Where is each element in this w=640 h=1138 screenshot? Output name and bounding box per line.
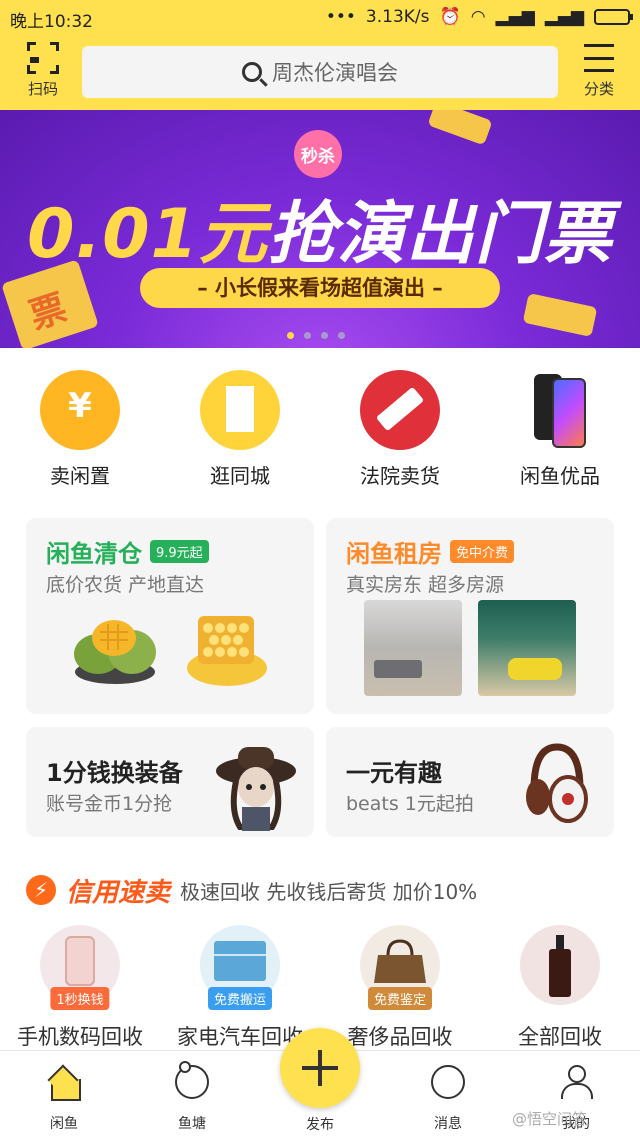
watermark: @悟空问答: [512, 1110, 588, 1128]
credit-description: 极速回收 先收钱后寄货 加价10%: [180, 879, 478, 904]
phone-icon: [520, 370, 600, 450]
quick-item-city[interactable]: 逛同城: [180, 370, 300, 489]
scan-icon: [27, 42, 59, 74]
carousel-dot[interactable]: [338, 332, 345, 339]
category-button[interactable]: 分类: [576, 44, 622, 99]
living-room-image: [364, 600, 462, 696]
recycle-label: 全部回收: [518, 1025, 602, 1049]
alarm-icon: ⏰: [439, 7, 461, 27]
mango-image: [74, 620, 156, 684]
search-placeholder: 周杰伦演唱会: [272, 61, 398, 85]
nav-label: 消息: [434, 1116, 462, 1132]
city-icon: [200, 370, 280, 450]
carousel-dot[interactable]: [287, 332, 294, 339]
recycle-item-appliance[interactable]: 免费搬运 家电汽车回收: [165, 925, 315, 1051]
flash-sale-badge: 秒杀: [294, 130, 342, 178]
quick-item-sell[interactable]: 卖闲置: [20, 370, 140, 489]
recycle-item-phone[interactable]: 1秒换钱 手机数码回收: [5, 925, 155, 1051]
search-icon: [242, 62, 262, 82]
card-title: 闲鱼清仓 9.9元起: [46, 534, 209, 569]
quick-item-label: 闲鱼优品: [520, 464, 600, 488]
card-gear[interactable]: 1分钱换装备 账号金币1分抢: [26, 727, 314, 837]
phone-icon: 1秒换钱: [40, 925, 120, 1010]
user-icon: [559, 1065, 593, 1099]
ticket-icon: [522, 293, 598, 337]
quick-item-court[interactable]: 法院卖货: [340, 370, 460, 489]
ticket-icon: [427, 110, 493, 146]
wifi-icon: ◠: [470, 7, 486, 27]
recycle-pill: 免费鉴定: [367, 987, 433, 1010]
search-input[interactable]: 周杰伦演唱会: [82, 46, 558, 98]
recycle-item-all[interactable]: 全部回收: [485, 925, 635, 1051]
recycle-item-luxury[interactable]: 免费鉴定 奢侈品回收: [325, 925, 475, 1051]
promo-banner[interactable]: 秒杀 0.01元抢演出门票 – 小长假来看场超值演出 –: [0, 110, 640, 348]
recycle-label: 手机数码回收: [17, 1025, 143, 1049]
nav-pond[interactable]: 鱼塘: [152, 1061, 232, 1133]
signal-icon: ▂▄▆: [495, 7, 535, 27]
status-dots: •••: [325, 7, 356, 27]
card-title: 一元有趣: [346, 759, 442, 787]
status-time: 晚上10:32: [10, 12, 93, 32]
credit-sale-header[interactable]: ⚡ 信用速卖 极速回收 先收钱后寄货 加价10%: [26, 872, 477, 908]
category-label: 分类: [583, 80, 614, 98]
card-title-text: 闲鱼租房: [346, 540, 442, 568]
quick-item-label: 卖闲置: [50, 464, 110, 488]
hammer-icon: [360, 370, 440, 450]
living-room-image: [478, 600, 576, 696]
publish-label: 发布: [306, 1117, 334, 1133]
nav-label: 闲鱼: [50, 1116, 78, 1132]
quick-item-label: 法院卖货: [360, 464, 440, 488]
handbag-icon: 免费鉴定: [360, 925, 440, 1010]
battery-icon: [594, 9, 633, 25]
card-subtitle: 账号金币1分抢: [46, 793, 173, 815]
status-bar: 晚上10:32 ••• 3.13K/s ⏰ ◠ ▂▄▆ ▂▄▆: [0, 0, 640, 34]
scan-button[interactable]: 扫码: [16, 42, 70, 102]
banner-title-text: 抢演出门票: [267, 195, 613, 274]
credit-brand: 信用速卖: [66, 877, 171, 908]
bottle-icon: [520, 925, 600, 1005]
nav-label: 鱼塘: [178, 1116, 206, 1132]
message-icon: [431, 1065, 465, 1099]
card-tag: 9.9元起: [150, 540, 209, 563]
card-title: 1分钱换装备: [46, 759, 183, 787]
card-title-text: 闲鱼清仓: [46, 540, 142, 568]
publish-button[interactable]: [280, 1028, 360, 1108]
banner-price: 0.01元: [27, 195, 268, 274]
card-clearance[interactable]: 闲鱼清仓 9.9元起 底价农货 产地直达: [26, 518, 314, 714]
network-speed: 3.13K/s: [365, 7, 430, 27]
honeycomb-image: [187, 616, 267, 686]
character-image: [216, 747, 296, 831]
card-subtitle: 真实房东 超多房源: [346, 574, 505, 596]
banner-subtitle: – 小长假来看场超值演出 –: [140, 268, 500, 308]
recycle-pill: 免费搬运: [207, 987, 273, 1010]
card-subtitle: beats 1元起拍: [346, 793, 474, 815]
card-subtitle: 底价农货 产地直达: [46, 574, 205, 596]
carousel-dot[interactable]: [321, 332, 328, 339]
home-icon: [47, 1065, 81, 1101]
lightning-icon: ⚡: [26, 875, 56, 905]
signal-icon: ▂▄▆: [544, 7, 584, 27]
menu-icon: [584, 44, 614, 72]
headphones-image: [526, 743, 588, 823]
scan-label: 扫码: [27, 80, 58, 98]
nav-messages[interactable]: 消息: [408, 1065, 488, 1133]
carousel-dot[interactable]: [304, 332, 311, 339]
pond-icon: [175, 1061, 209, 1099]
card-title: 闲鱼租房 免中介费: [346, 534, 515, 569]
quick-item-label: 逛同城: [210, 464, 270, 488]
card-fun[interactable]: 一元有趣 beats 1元起拍: [326, 727, 614, 837]
carousel-dots[interactable]: [287, 332, 345, 339]
yen-icon: [40, 370, 120, 450]
fridge-icon: 免费搬运: [200, 925, 280, 1010]
recycle-pill: 1秒换钱: [50, 987, 110, 1010]
nav-home[interactable]: 闲鱼: [24, 1065, 104, 1133]
card-tag: 免中介费: [450, 540, 515, 563]
quick-item-premium[interactable]: 闲鱼优品: [500, 370, 620, 489]
banner-title: 0.01元抢演出门票: [0, 178, 640, 277]
quick-entries: 卖闲置 逛同城 法院卖货 闲鱼优品: [0, 370, 640, 490]
card-rent[interactable]: 闲鱼租房 免中介费 真实房东 超多房源: [326, 518, 614, 714]
